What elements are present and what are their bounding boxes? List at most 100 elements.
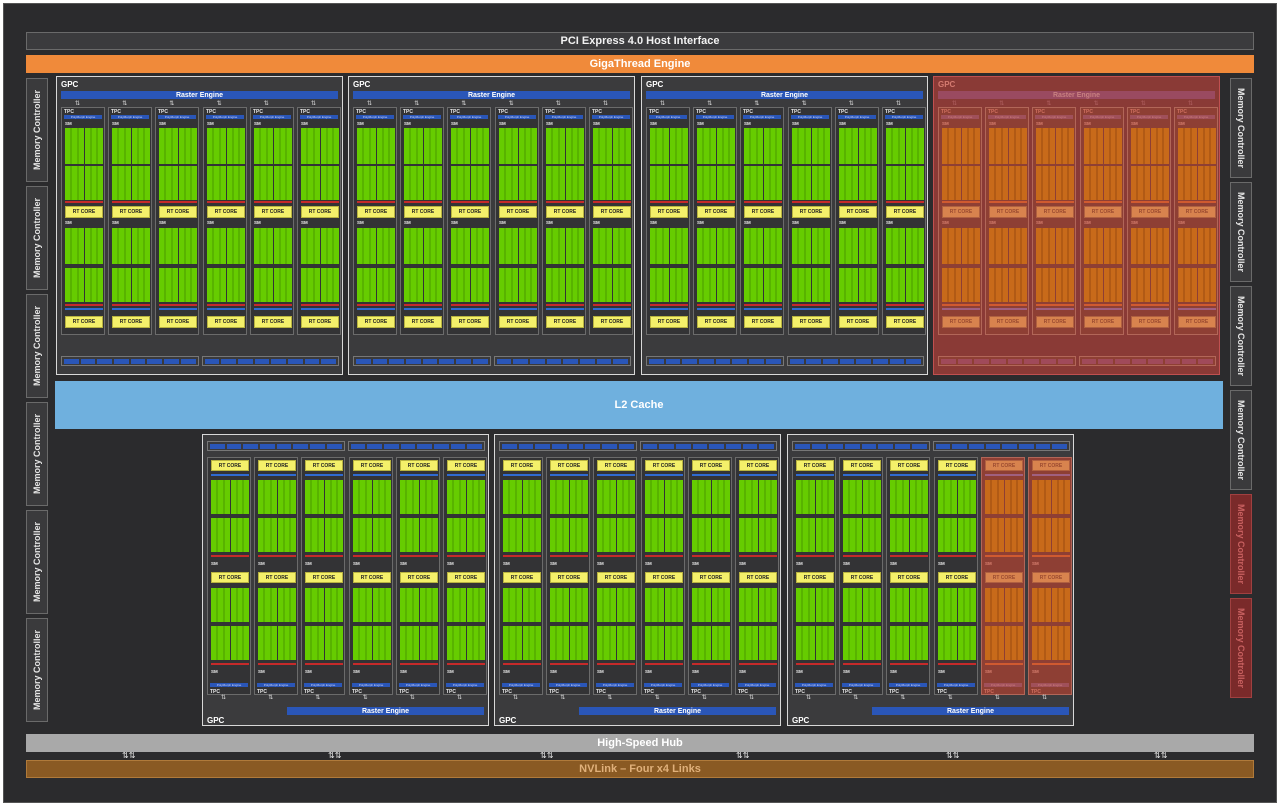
rt-core: RT CORE [1084,206,1122,218]
cuda-core-block [843,626,881,660]
cuda-core-lane [597,480,616,514]
register-strip [985,555,1023,557]
register-strip [546,201,584,203]
cuda-core-lane [159,166,178,200]
cuda-core-lane [84,166,103,200]
tpc: TPC PolyMorph Engine SM RT CORE SM RT CORE [542,107,586,335]
cuda-core-block [796,518,834,552]
cuda-core-lane [277,518,296,552]
tpc: RT CORE SM RT CORE SM PolyMorph Engine TPC [934,457,978,695]
cache-cell [535,443,551,449]
cuda-core-lane [716,268,735,302]
cuda-core-lane [226,166,245,200]
cache-cell [725,443,741,449]
tpc: RT CORE SM RT CORE SM PolyMorph Engine TPC [546,457,590,695]
cuda-core-lane [470,268,489,302]
register-strip [597,663,635,665]
cuda-core-lane [84,128,103,164]
sm-label: SM [938,561,945,566]
sm-label: SM [796,669,803,674]
cuda-core-block [404,268,442,302]
cache-strip [890,474,928,476]
cache-cell [1041,358,1056,364]
cache-cell [422,358,438,364]
polymorph-engine: PolyMorph Engine [1031,683,1069,687]
cuda-core-lane [324,518,343,552]
register-strip [353,555,391,557]
cuda-core-block [159,166,197,200]
polymorph-engine: PolyMorph Engine [352,683,390,687]
sm-label: SM [503,561,510,566]
cache-cell [806,358,821,364]
polymorph-engine: PolyMorph Engine [549,683,587,687]
cache-cell [254,358,270,364]
cuda-core-block [989,228,1027,264]
cuda-core-lane [985,588,1004,622]
cuda-core-block [985,626,1023,660]
rt-core: RT CORE [1131,316,1169,328]
tpc-label: TPC [257,689,267,695]
sm-label: SM [593,220,600,225]
cuda-core-lane [372,480,391,514]
register-strip [550,663,588,665]
cache-cell [383,443,399,449]
cuda-core-lane [1197,128,1216,164]
cache-strip [207,308,245,310]
rt-core: RT CORE [159,316,197,328]
cache-cell [496,358,512,364]
cuda-core-lane [1178,268,1197,302]
cuda-core-block [1178,228,1216,264]
cuda-core-lane [593,268,612,302]
sm-label: SM [650,220,657,225]
register-strip [503,663,541,665]
cuda-core-lane [357,166,376,200]
cache-cell [326,443,342,449]
cuda-core-block [550,588,588,622]
rt-core: RT CORE [593,206,631,218]
sm-label: SM [357,121,364,126]
cuda-core-lane [890,480,909,514]
cuda-core-lane [353,588,372,622]
cuda-core-lane [645,626,664,660]
cuda-core-block [1032,588,1070,622]
cuda-core-block [843,480,881,514]
cuda-core-lane [376,166,395,200]
rt-core: RT CORE [305,460,343,471]
rt-core: RT CORE [697,206,735,218]
cuda-core-lane [258,480,277,514]
tpc: TPC PolyMorph Engine SM RT CORE SM RT CORE [495,107,539,335]
cuda-core-lane [277,480,296,514]
cuda-core-lane [84,228,103,264]
register-strip [645,555,683,557]
cuda-core-block [697,166,735,200]
sm-label: SM [546,220,553,225]
sm-label: SM [744,220,751,225]
l1-band [493,356,631,366]
rt-core: RT CORE [1131,206,1169,218]
sm-label: SM [353,669,360,674]
tpc: TPC PolyMorph Engine SM RT CORE SM RT CORE [1174,107,1218,335]
cache-cell [941,358,956,364]
cuda-core-block [112,228,150,264]
cuda-core-lane [1131,268,1150,302]
cuda-core-block [739,518,777,552]
cuda-core-lane [1055,268,1074,302]
cuda-core-block [796,480,834,514]
cuda-core-block [305,588,343,622]
cuda-core-lane [569,626,588,660]
cuda-core-lane [273,228,292,264]
tpc: RT CORE SM RT CORE SM PolyMorph Engine TPC [981,457,1025,695]
cache-cell [406,358,421,364]
cuda-core-lane [277,626,296,660]
cuda-core-block [739,626,777,660]
cuda-core-block [258,588,296,622]
cache-cell [433,443,449,449]
cuda-core-lane [669,128,688,164]
register-strip [65,201,103,203]
sm-label: SM [503,669,510,674]
cuda-core-block [211,626,249,660]
rt-core: RT CORE [546,206,584,218]
tpc: TPC PolyMorph Engine SM RT CORE SM RT CORE [250,107,294,335]
cache-cell [1057,358,1073,364]
cuda-core-lane [207,128,226,164]
